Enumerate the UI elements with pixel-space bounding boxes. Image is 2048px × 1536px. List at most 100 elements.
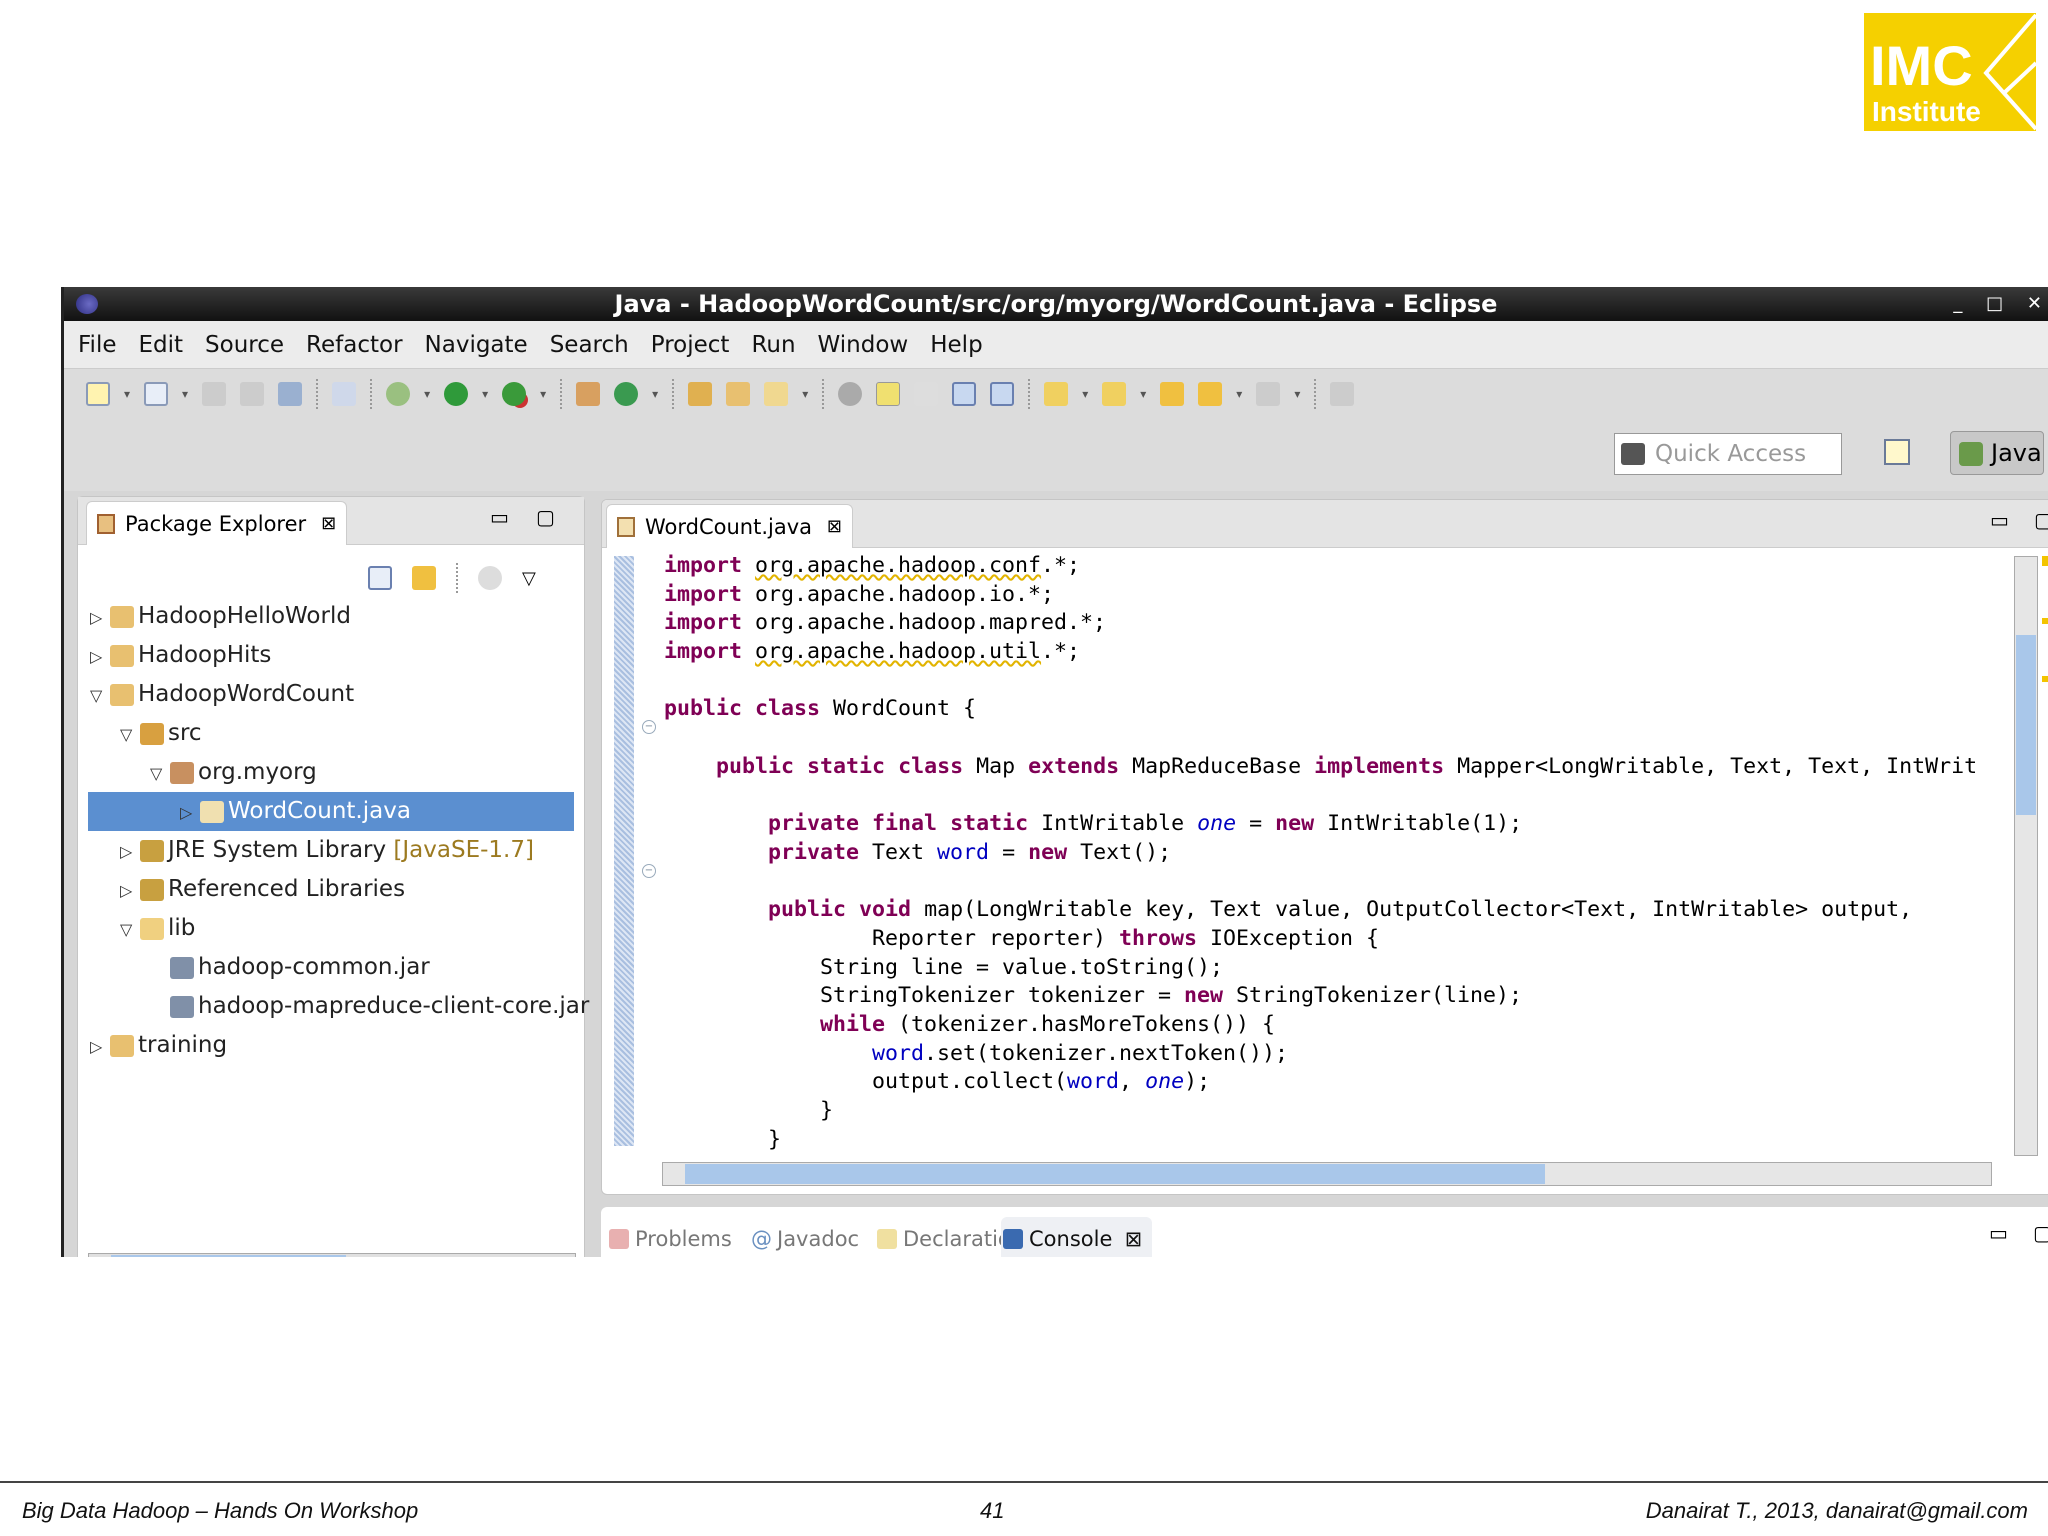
close-button[interactable]: ✕ <box>2027 293 2042 314</box>
tree-item[interactable]: ▷ JRE System Library [JavaSE-1.7] <box>78 831 584 870</box>
save-icon[interactable] <box>202 382 227 406</box>
block-selection-icon[interactable] <box>952 382 977 406</box>
fold-toggle-icon[interactable]: − <box>642 864 656 878</box>
close-tab-icon[interactable]: ⊠ <box>827 505 842 549</box>
menu-refactor[interactable]: Refactor <box>306 332 402 358</box>
pin-editor-icon[interactable] <box>1330 382 1355 406</box>
next-annotation-icon[interactable] <box>1044 382 1069 406</box>
new-icon[interactable] <box>86 382 110 406</box>
link-with-editor-icon[interactable] <box>412 566 436 590</box>
vertical-scrollbar[interactable] <box>2014 556 2038 1156</box>
show-whitespace-icon[interactable] <box>990 382 1015 406</box>
tree-item[interactable]: ▷ HadoopHelloWorld <box>78 597 584 636</box>
dropdown-arrow-icon[interactable]: ▾ <box>1140 387 1146 401</box>
close-tab-icon[interactable]: ⊠ <box>1125 1217 1143 1257</box>
skip-breakpoints-icon[interactable] <box>332 382 357 406</box>
dropdown-arrow-icon[interactable]: ▾ <box>652 387 658 401</box>
tab-problems[interactable]: Problems <box>607 1217 732 1257</box>
tree-item[interactable]: ▽ HadoopWordCount <box>78 675 584 714</box>
quick-access-input[interactable]: Quick Access <box>1614 433 1842 475</box>
horizontal-scrollbar[interactable] <box>88 1253 576 1257</box>
expand-toggle-icon[interactable]: ▷ <box>90 598 110 637</box>
new-class-wizard-icon[interactable] <box>614 382 639 406</box>
tree-item[interactable]: ▽ src <box>78 714 584 753</box>
menu-run[interactable]: Run <box>751 332 795 358</box>
tree-item[interactable]: ▷ training <box>78 1026 584 1065</box>
expand-toggle-icon[interactable]: ▷ <box>90 1027 110 1066</box>
menu-help[interactable]: Help <box>930 332 982 358</box>
expand-toggle-icon[interactable]: ▷ <box>120 871 140 910</box>
menu-navigate[interactable]: Navigate <box>425 332 528 358</box>
back-icon[interactable] <box>1198 382 1223 406</box>
maximize-button[interactable]: □ <box>1986 293 2003 314</box>
annotation-icon[interactable] <box>838 382 863 406</box>
maximize-editor-button[interactable]: ▢ <box>2034 508 2048 532</box>
open-perspective-button[interactable] <box>1884 439 1910 465</box>
mark-occurrences-icon[interactable] <box>876 382 901 406</box>
minimize-button[interactable]: _ <box>1953 293 1962 314</box>
dropdown-arrow-icon[interactable]: ▾ <box>1294 387 1300 401</box>
horizontal-scrollbar[interactable] <box>662 1162 1992 1186</box>
menu-search[interactable]: Search <box>550 332 629 358</box>
dropdown-arrow-icon[interactable]: ▾ <box>1082 387 1088 401</box>
tree-item[interactable]: ▽ org.myorg <box>78 753 584 792</box>
menu-file[interactable]: File <box>78 332 117 358</box>
java-file-icon <box>200 800 224 823</box>
collapse-all-icon[interactable] <box>368 566 392 590</box>
menu-source[interactable]: Source <box>205 332 284 358</box>
new-package-icon[interactable] <box>576 382 601 406</box>
new-class-icon[interactable] <box>144 382 169 406</box>
maximize-view-button[interactable]: ▢ <box>536 505 555 529</box>
open-resource-icon[interactable] <box>726 382 751 406</box>
code-area[interactable]: import org.apache.hadoop.conf.*; import o… <box>664 552 1977 1154</box>
expand-toggle-icon[interactable]: ▽ <box>150 754 170 793</box>
menu-edit[interactable]: Edit <box>139 332 184 358</box>
debug-icon[interactable] <box>386 382 411 406</box>
print-icon[interactable] <box>278 382 303 406</box>
expand-toggle-icon[interactable]: ▽ <box>90 676 110 715</box>
expand-toggle-icon[interactable]: ▷ <box>120 832 140 871</box>
menu-window[interactable]: Window <box>818 332 909 358</box>
save-all-icon[interactable] <box>240 382 265 406</box>
tab-wordcount-java[interactable]: WordCount.java ⊠ <box>606 504 854 549</box>
dropdown-arrow-icon[interactable]: ▾ <box>802 387 808 401</box>
close-tab-icon[interactable]: ⊠ <box>321 502 336 546</box>
search-icon[interactable] <box>764 382 789 406</box>
expand-toggle-icon[interactable]: ▷ <box>90 637 110 676</box>
forward-icon[interactable] <box>1256 382 1281 406</box>
code-token: private <box>768 811 860 837</box>
focus-icon[interactable] <box>478 566 502 590</box>
previous-annotation-icon[interactable] <box>1102 382 1127 406</box>
tab-javadoc[interactable]: @ Javadoc <box>749 1217 859 1257</box>
dropdown-arrow-icon[interactable]: ▾ <box>424 387 430 401</box>
tree-item[interactable]: ▷ HadoopHits <box>78 636 584 675</box>
expand-toggle-icon[interactable]: ▷ <box>180 793 200 832</box>
tab-package-explorer[interactable]: Package Explorer ⊠ <box>86 501 348 546</box>
toggle-highlight-icon[interactable] <box>914 382 939 406</box>
last-edit-icon[interactable] <box>1160 382 1185 406</box>
tree-item[interactable]: hadoop-mapreduce-client-core.jar <box>78 987 589 1026</box>
tab-console[interactable]: Console ⊠ <box>1001 1217 1153 1257</box>
expand-toggle-icon[interactable]: ▽ <box>120 910 140 949</box>
run-external-tools-icon[interactable] <box>502 382 527 406</box>
maximize-panel-button[interactable]: ▢ <box>2033 1221 2048 1245</box>
tree-item[interactable]: ▽ lib <box>78 909 584 948</box>
minimize-editor-button[interactable]: ▭ <box>1990 508 2009 532</box>
dropdown-arrow-icon[interactable]: ▾ <box>182 387 188 401</box>
run-icon[interactable] <box>444 382 469 406</box>
menu-project[interactable]: Project <box>651 332 730 358</box>
view-menu-icon[interactable]: ▽ <box>522 568 536 589</box>
dropdown-arrow-icon[interactable]: ▾ <box>124 387 130 401</box>
fold-toggle-icon[interactable]: − <box>642 720 656 734</box>
dropdown-arrow-icon[interactable]: ▾ <box>540 387 546 401</box>
tree-item[interactable]: ▷ WordCount.java <box>88 792 574 831</box>
minimize-panel-button[interactable]: ▭ <box>1989 1221 2008 1245</box>
open-type-icon[interactable] <box>688 382 713 406</box>
tree-item[interactable]: ▷ Referenced Libraries <box>78 870 584 909</box>
dropdown-arrow-icon[interactable]: ▾ <box>1236 387 1242 401</box>
expand-toggle-icon[interactable]: ▽ <box>120 715 140 754</box>
dropdown-arrow-icon[interactable]: ▾ <box>482 387 488 401</box>
java-perspective-button[interactable]: Java <box>1950 431 2044 475</box>
minimize-view-button[interactable]: ▭ <box>490 505 509 529</box>
tree-item[interactable]: hadoop-common.jar <box>78 948 584 987</box>
